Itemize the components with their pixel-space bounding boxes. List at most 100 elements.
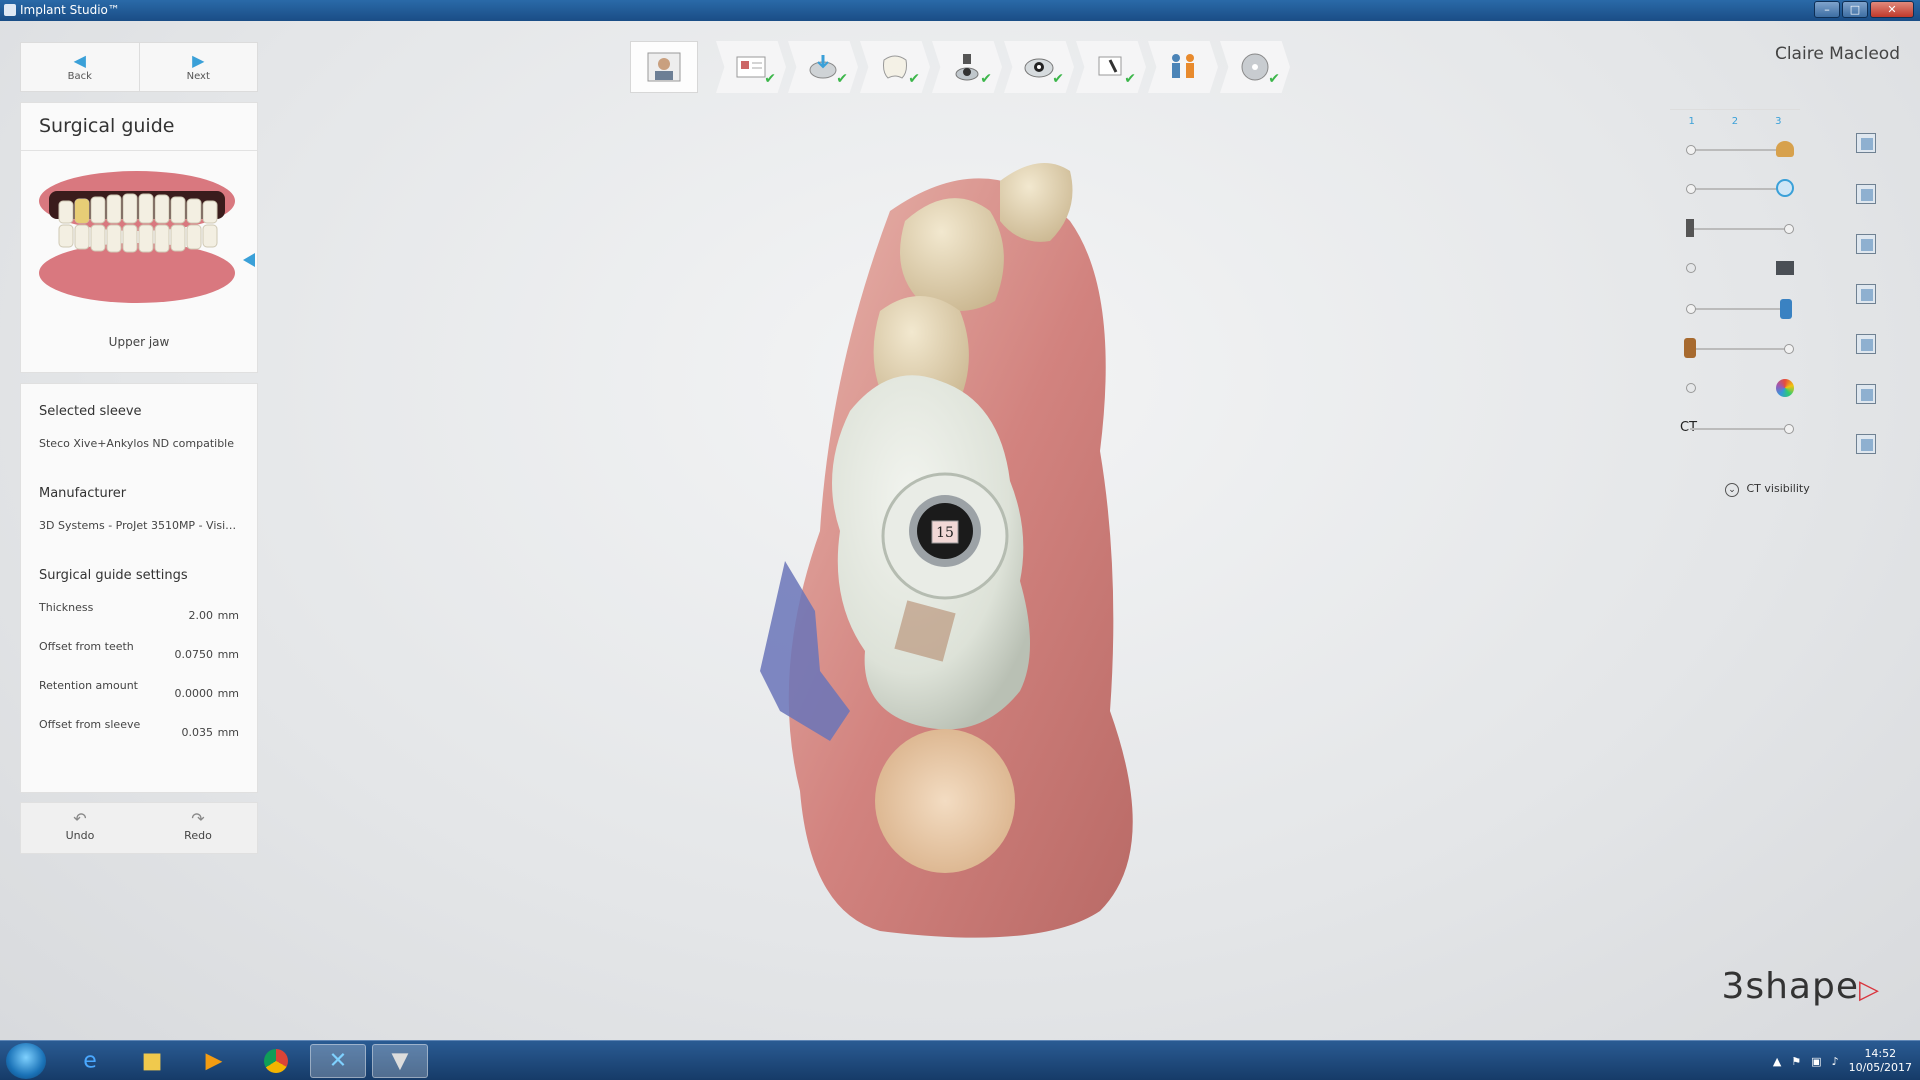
color-wheel-icon[interactable] bbox=[1776, 379, 1794, 397]
app-area: ◀ Back ▶ Next Surgical guide Upper jaw S… bbox=[0, 21, 1920, 1040]
retention-input[interactable]: 0.0000 bbox=[175, 687, 214, 700]
setting-row-offset-sleeve: Offset from sleeve 0.035 mm bbox=[39, 718, 239, 757]
crown-visibility-slider[interactable] bbox=[1686, 145, 1790, 155]
order-form-icon bbox=[736, 56, 766, 78]
offset-sleeve-input[interactable]: 0.035 bbox=[182, 726, 214, 739]
flag-icon[interactable]: ⚑ bbox=[1791, 1055, 1801, 1068]
step-share[interactable] bbox=[1148, 41, 1218, 93]
patient-photo-icon bbox=[647, 52, 681, 82]
check-icon: ✔ bbox=[1268, 71, 1280, 87]
back-button[interactable]: ◀ Back bbox=[21, 43, 139, 91]
undo-icon: ↶ bbox=[73, 809, 87, 828]
check-icon: ✔ bbox=[764, 71, 776, 87]
step-order-form[interactable]: ✔ bbox=[716, 41, 786, 93]
3d-model-viewport[interactable]: 15 bbox=[740, 151, 1200, 1031]
implant-visibility-slider[interactable] bbox=[1690, 224, 1794, 234]
step-export[interactable]: ✔ bbox=[1220, 41, 1290, 93]
drill-visibility-slider[interactable] bbox=[1686, 304, 1790, 314]
undo-label: Undo bbox=[65, 829, 95, 842]
tooth-visibility-slider[interactable] bbox=[1686, 184, 1790, 194]
minimize-button[interactable]: – bbox=[1814, 1, 1840, 18]
radio-icon[interactable] bbox=[1686, 383, 1696, 393]
setting-row-thickness: Thickness 2.00 mm bbox=[39, 601, 239, 640]
view-top-icon[interactable] bbox=[1856, 334, 1876, 354]
slider-knob[interactable] bbox=[1784, 344, 1794, 354]
import-scan-icon bbox=[809, 55, 837, 79]
check-icon: ✔ bbox=[980, 71, 992, 87]
taskbar-ie[interactable]: e bbox=[62, 1044, 118, 1078]
manufacturer-heading: Manufacturer bbox=[39, 486, 127, 501]
window-title: Implant Studio™ bbox=[20, 3, 120, 17]
volume-icon[interactable]: ♪ bbox=[1832, 1055, 1839, 1068]
ct-visibility-toggle[interactable]: ⌄ CT visibility bbox=[1725, 482, 1810, 497]
offset-teeth-input[interactable]: 0.0750 bbox=[175, 648, 214, 661]
taskbar-explorer[interactable]: ■ bbox=[124, 1044, 180, 1078]
brand-mark: ▷ bbox=[1859, 975, 1880, 1005]
setting-unit: mm bbox=[217, 609, 239, 622]
view-right-icon[interactable] bbox=[1856, 284, 1876, 304]
redo-button[interactable]: ↷ Redo bbox=[139, 803, 257, 853]
implant-icon bbox=[955, 54, 979, 81]
patient-photo-step[interactable] bbox=[630, 41, 698, 93]
clock-date: 10/05/2017 bbox=[1848, 1061, 1912, 1074]
step-guide-design[interactable]: ✔ bbox=[1004, 41, 1074, 93]
user-name: Claire Macleod bbox=[1774, 44, 1900, 64]
selected-sleeve-value: Steco Xive+Ankylos ND compatible bbox=[39, 437, 235, 450]
title-bar: Implant Studio™ – □ ✕ bbox=[0, 0, 1920, 21]
thickness-input[interactable]: 2.00 bbox=[189, 609, 214, 622]
network-icon[interactable]: ▣ bbox=[1811, 1055, 1821, 1068]
column-number[interactable]: 2 bbox=[1732, 116, 1738, 127]
column-number[interactable]: 1 bbox=[1688, 116, 1694, 127]
slider-knob[interactable] bbox=[1784, 224, 1794, 234]
slider-knob[interactable] bbox=[1686, 184, 1696, 194]
slider-knob[interactable] bbox=[1686, 145, 1696, 155]
column-number[interactable]: 3 bbox=[1775, 116, 1781, 127]
crown-icon bbox=[1776, 141, 1794, 157]
check-icon: ✔ bbox=[908, 71, 920, 87]
chrome-icon bbox=[264, 1049, 288, 1073]
sleeve-icon bbox=[1776, 261, 1794, 275]
clock[interactable]: 14:52 10/05/2017 bbox=[1849, 1047, 1912, 1075]
slider-knob[interactable] bbox=[1784, 424, 1794, 434]
undo-button[interactable]: ↶ Undo bbox=[21, 803, 139, 853]
maximize-button[interactable]: □ bbox=[1842, 1, 1868, 18]
redo-label: Redo bbox=[184, 829, 212, 842]
brand-name: 3shape bbox=[1721, 966, 1859, 1007]
slider-knob[interactable] bbox=[1686, 304, 1696, 314]
column-numbers: 1 2 3 bbox=[1670, 109, 1800, 127]
setting-label: Retention amount bbox=[39, 679, 138, 692]
surgical-guide-panel: Surgical guide Upper jaw bbox=[20, 102, 258, 373]
taskbar-implant-studio[interactable]: ▼ bbox=[372, 1044, 428, 1078]
setting-unit: mm bbox=[217, 726, 239, 739]
upper-jaw-thumbnail[interactable] bbox=[29, 161, 245, 311]
bone-visibility-slider[interactable] bbox=[1690, 344, 1794, 354]
taskbar-media-player[interactable]: ▶ bbox=[186, 1044, 242, 1078]
view-bottom-icon[interactable] bbox=[1856, 384, 1876, 404]
step-tooth-setup[interactable]: ✔ bbox=[860, 41, 930, 93]
view-left-icon[interactable] bbox=[1856, 234, 1876, 254]
implant-icon bbox=[1686, 219, 1694, 237]
radio-icon[interactable] bbox=[1686, 263, 1696, 273]
check-icon: ✔ bbox=[1124, 71, 1136, 87]
step-import-scan[interactable]: ✔ bbox=[788, 41, 858, 93]
implant-icon: ▼ bbox=[391, 1048, 409, 1074]
taskbar-3shape[interactable]: ✕ bbox=[310, 1044, 366, 1078]
step-implant-planning[interactable]: ✔ bbox=[932, 41, 1002, 93]
close-button[interactable]: ✕ bbox=[1870, 1, 1914, 18]
implant-number: 15 bbox=[936, 525, 954, 541]
view-front-icon[interactable] bbox=[1856, 133, 1876, 153]
next-button[interactable]: ▶ Next bbox=[138, 43, 258, 91]
tooth-icon bbox=[1776, 179, 1794, 197]
3shape-logo: 3shape▷ bbox=[1721, 966, 1880, 1007]
panel-title: Surgical guide bbox=[21, 103, 257, 151]
disc-icon bbox=[1241, 53, 1269, 81]
view-occlusal-icon[interactable] bbox=[1856, 434, 1876, 454]
ct-visibility-slider[interactable] bbox=[1690, 424, 1794, 434]
view-back-icon[interactable] bbox=[1856, 184, 1876, 204]
taskbar-chrome[interactable] bbox=[248, 1044, 304, 1078]
tray-expand-icon[interactable]: ▲ bbox=[1773, 1055, 1781, 1068]
butterfly-icon: ✕ bbox=[328, 1048, 348, 1074]
step-review[interactable]: ✔ bbox=[1076, 41, 1146, 93]
check-icon: ✔ bbox=[1052, 71, 1064, 87]
start-button[interactable] bbox=[6, 1043, 46, 1079]
